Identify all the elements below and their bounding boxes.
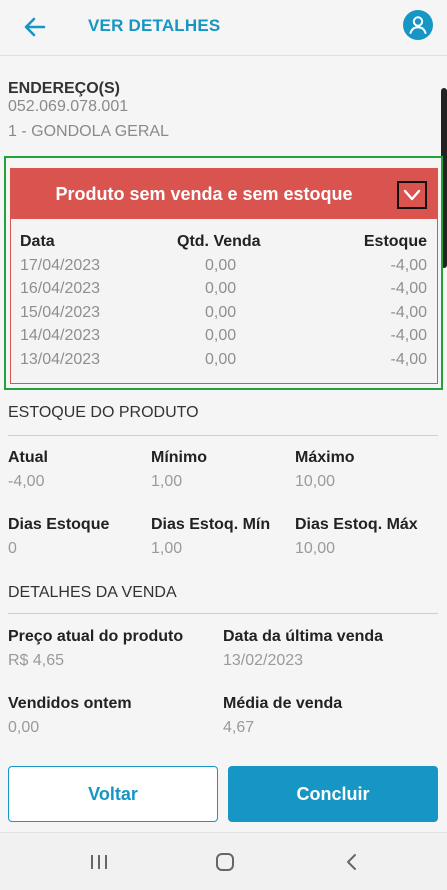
stock-dias-label: Dias Estoque (8, 516, 110, 533)
cell-date: 14/04/2023 (20, 327, 101, 344)
cell-date: 15/04/2023 (20, 304, 101, 321)
cell-qtd: 0,00 (205, 304, 237, 321)
last-sale-label: Data da última venda (223, 628, 384, 645)
cell-stock: -4,00 (390, 257, 427, 274)
cell-qtd: 0,00 (205, 327, 237, 344)
cell-qtd: 0,00 (205, 257, 237, 274)
alert-card-title: Produto sem venda e sem estoque (55, 184, 353, 204)
last-sale-value: 13/02/2023 (223, 652, 304, 669)
back-chevron-icon[interactable] (338, 849, 364, 875)
stock-dias-value: 0 (8, 540, 17, 557)
cell-qtd: 0,00 (205, 280, 237, 297)
cell-date: 13/04/2023 (20, 351, 101, 368)
cell-stock: -4,00 (390, 327, 427, 344)
stock-minimo-label: Mínimo (151, 449, 207, 466)
column-header-estoque: Estoque (363, 233, 427, 250)
address-code: 052.069.078.001 (8, 98, 129, 115)
arrow-left-icon[interactable] (20, 12, 50, 42)
column-header-data: Data (20, 233, 55, 250)
stock-dias-max-value: 10,00 (295, 540, 336, 557)
confirm-button[interactable]: Concluir (228, 766, 438, 822)
page-title: VER DETALHES (88, 16, 221, 35)
sales-heading: DETALHES DA VENDA (8, 584, 177, 601)
price-label: Preço atual do produto (8, 628, 184, 645)
system-nav-bar (0, 832, 447, 890)
cell-stock: -4,00 (390, 304, 427, 321)
cell-date: 16/04/2023 (20, 280, 101, 297)
stock-heading: ESTOQUE DO PRODUTO (8, 404, 199, 421)
sold-yesterday-value: 0,00 (8, 719, 40, 736)
address-heading: ENDEREÇO(S) (8, 80, 121, 97)
home-icon[interactable] (212, 849, 238, 875)
recents-icon[interactable] (86, 849, 112, 875)
stock-dias-max-label: Dias Estoq. Máx (295, 516, 418, 533)
divider (8, 435, 438, 436)
column-header-qtd-venda: Qtd. Venda (177, 233, 261, 250)
stock-atual-label: Atual (8, 449, 48, 466)
cell-stock: -4,00 (390, 351, 427, 368)
stock-atual-value: -4,00 (8, 473, 45, 490)
average-sale-label: Média de venda (223, 695, 343, 712)
back-button[interactable]: Voltar (8, 766, 218, 822)
chevron-down-icon[interactable] (397, 181, 427, 209)
cell-date: 17/04/2023 (20, 257, 101, 274)
app-header: VER DETALHES (0, 0, 447, 56)
sold-yesterday-label: Vendidos ontem (8, 695, 132, 712)
stock-minimo-value: 1,00 (151, 473, 183, 490)
average-sale-value: 4,67 (223, 719, 255, 736)
stock-dias-min-value: 1,00 (151, 540, 183, 557)
address-location: 1 - GONDOLA GERAL (8, 123, 169, 140)
alert-card: Produto sem venda e sem estoque Data Qtd… (10, 168, 438, 384)
cell-stock: -4,00 (390, 280, 427, 297)
stock-maximo-label: Máximo (295, 449, 355, 466)
user-avatar-icon[interactable] (403, 10, 433, 40)
alert-card-header[interactable]: Produto sem venda e sem estoque (11, 169, 437, 219)
cell-qtd: 0,00 (205, 351, 237, 368)
price-value: R$ 4,65 (8, 652, 65, 669)
divider (8, 613, 438, 614)
stock-dias-min-label: Dias Estoq. Mín (151, 516, 271, 533)
stock-maximo-value: 10,00 (295, 473, 336, 490)
